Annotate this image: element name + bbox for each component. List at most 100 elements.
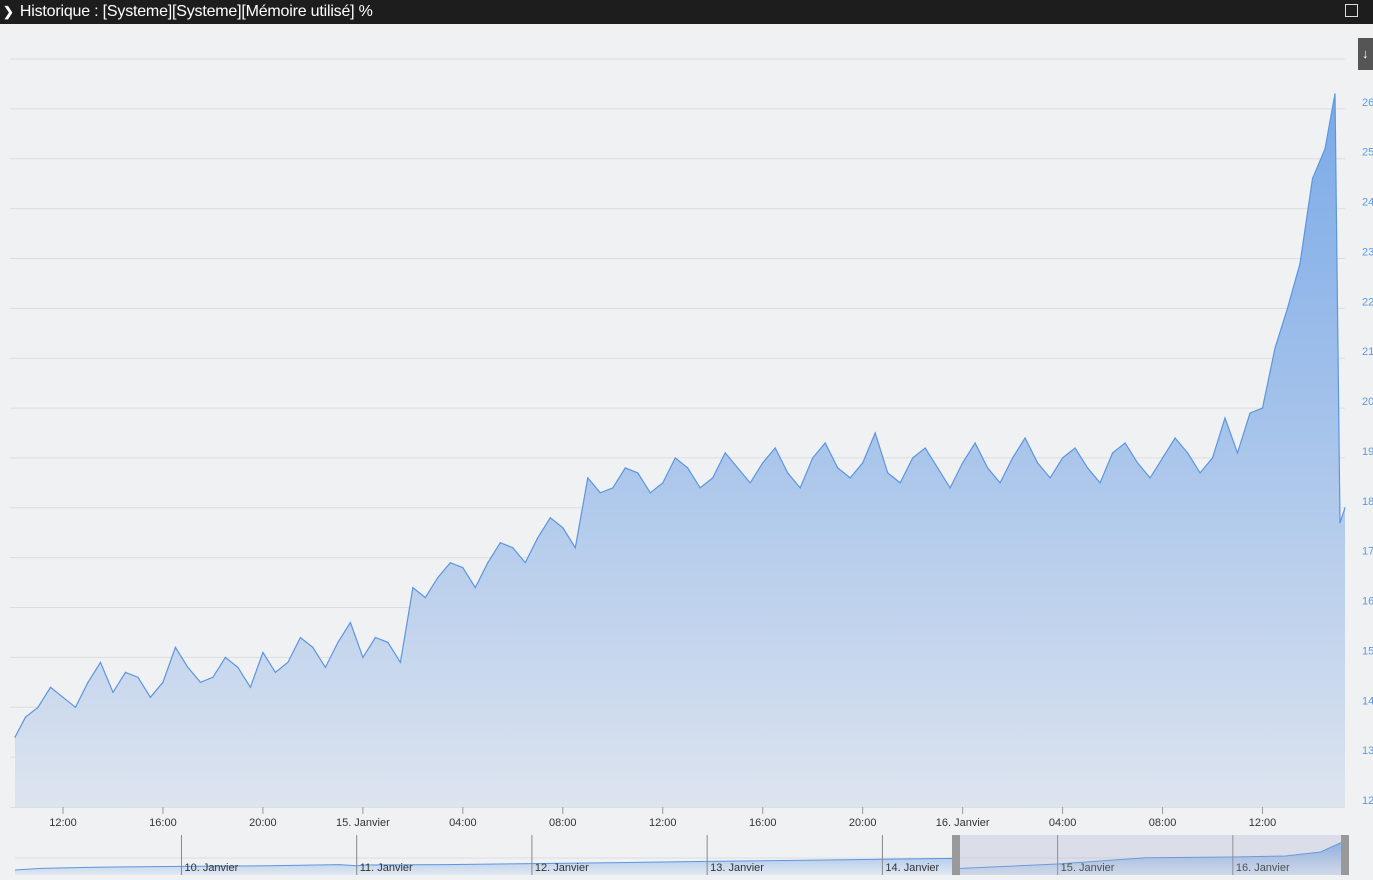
data-point — [637, 472, 639, 474]
y-tick-label: 12 — [1362, 795, 1373, 807]
data-point — [549, 517, 551, 519]
data-point — [1124, 442, 1126, 444]
x-tick-label: 16:00 — [149, 817, 177, 829]
data-point — [1249, 412, 1251, 414]
data-point — [212, 676, 214, 678]
data-point — [1199, 472, 1201, 474]
navigator-handle-left[interactable] — [951, 835, 960, 875]
y-tick-label: 18 — [1362, 496, 1373, 508]
data-point — [1174, 437, 1176, 439]
navigator-selection — [955, 835, 1345, 875]
y-tick-label: 21 — [1362, 346, 1373, 358]
data-point — [849, 477, 851, 479]
data-point — [1149, 477, 1151, 479]
data-point — [812, 457, 814, 459]
data-point — [374, 636, 376, 639]
x-tick-label: 12:00 — [649, 817, 677, 829]
x-tick-label: 08:00 — [1149, 817, 1177, 829]
data-point — [324, 666, 326, 668]
data-point — [699, 487, 701, 489]
data-point — [512, 547, 514, 549]
data-point — [537, 537, 539, 539]
data-point — [624, 467, 626, 469]
data-point — [399, 661, 401, 663]
data-point — [562, 527, 564, 529]
y-tick-label: 20 — [1362, 396, 1373, 408]
y-tick-label: 22 — [1362, 296, 1373, 308]
y-tick-label: 26 — [1362, 97, 1373, 109]
data-point — [137, 676, 139, 678]
data-point — [1186, 452, 1189, 454]
data-point — [187, 666, 189, 668]
data-point — [1012, 457, 1014, 459]
data-point — [1111, 452, 1114, 454]
data-point — [274, 671, 277, 673]
data-point — [912, 457, 914, 459]
data-point — [799, 487, 801, 489]
x-tick-label: 16. Janvier — [936, 817, 990, 829]
data-point — [999, 482, 1001, 484]
data-point — [112, 691, 114, 693]
data-point — [1136, 462, 1139, 464]
data-point — [487, 562, 489, 564]
data-point — [874, 432, 876, 434]
data-point — [287, 661, 289, 663]
data-point — [974, 442, 976, 444]
x-tick-label: 04:00 — [449, 817, 477, 829]
data-point — [762, 462, 764, 464]
data-point — [899, 482, 901, 484]
x-tick-label: 12:00 — [1249, 817, 1277, 829]
x-tick-label: 08:00 — [549, 817, 577, 829]
data-point — [124, 671, 127, 673]
x-tick-label: 04:00 — [1049, 817, 1077, 829]
navigator-label: 13. Janvier — [710, 862, 764, 874]
data-point — [1344, 507, 1346, 509]
navigator-label: 11. Janvier — [360, 862, 413, 874]
data-point — [687, 467, 689, 469]
y-tick-label: 19 — [1362, 446, 1373, 458]
data-point — [312, 646, 314, 649]
data-point — [599, 492, 601, 494]
history-chart: 12 13 14 15 16 17 18 19 20 21 22 23 24 25 26 12:00 16:0… — [10, 24, 1373, 875]
data-point — [199, 681, 202, 683]
data-point — [1062, 457, 1064, 459]
data-point — [437, 577, 439, 579]
data-point — [824, 442, 826, 444]
y-tick-label: 15 — [1362, 645, 1373, 657]
data-point — [14, 736, 16, 738]
data-point — [424, 596, 426, 599]
data-point — [787, 472, 789, 474]
data-point — [1261, 407, 1264, 409]
data-point — [937, 467, 939, 469]
y-tick-label: 23 — [1362, 246, 1373, 258]
data-point — [574, 547, 576, 549]
y-tick-label: 13 — [1362, 745, 1373, 757]
data-point — [987, 467, 989, 469]
data-point — [174, 646, 177, 649]
data-point — [1274, 347, 1276, 349]
data-point — [749, 482, 751, 484]
data-point — [674, 457, 676, 459]
data-point — [962, 462, 964, 464]
data-point — [449, 562, 451, 564]
data-point — [1086, 467, 1089, 469]
data-point — [1049, 477, 1051, 479]
data-point — [1324, 148, 1326, 150]
data-point — [224, 656, 227, 659]
data-point — [162, 681, 164, 683]
data-point — [1334, 93, 1336, 95]
data-point — [1037, 462, 1039, 464]
y-tick-label: 24 — [1362, 197, 1373, 209]
data-point — [99, 661, 102, 663]
data-point — [1099, 482, 1101, 484]
navigator-label: 12. Janvier — [535, 862, 589, 874]
data-point — [1074, 447, 1076, 449]
data-point — [499, 542, 501, 544]
data-point — [237, 666, 239, 668]
data-point — [1286, 307, 1289, 309]
data-point — [712, 477, 714, 479]
navigator-handle-right[interactable] — [1341, 835, 1349, 875]
data-point — [837, 467, 839, 469]
data-point — [1224, 417, 1226, 419]
data-point — [299, 636, 301, 639]
